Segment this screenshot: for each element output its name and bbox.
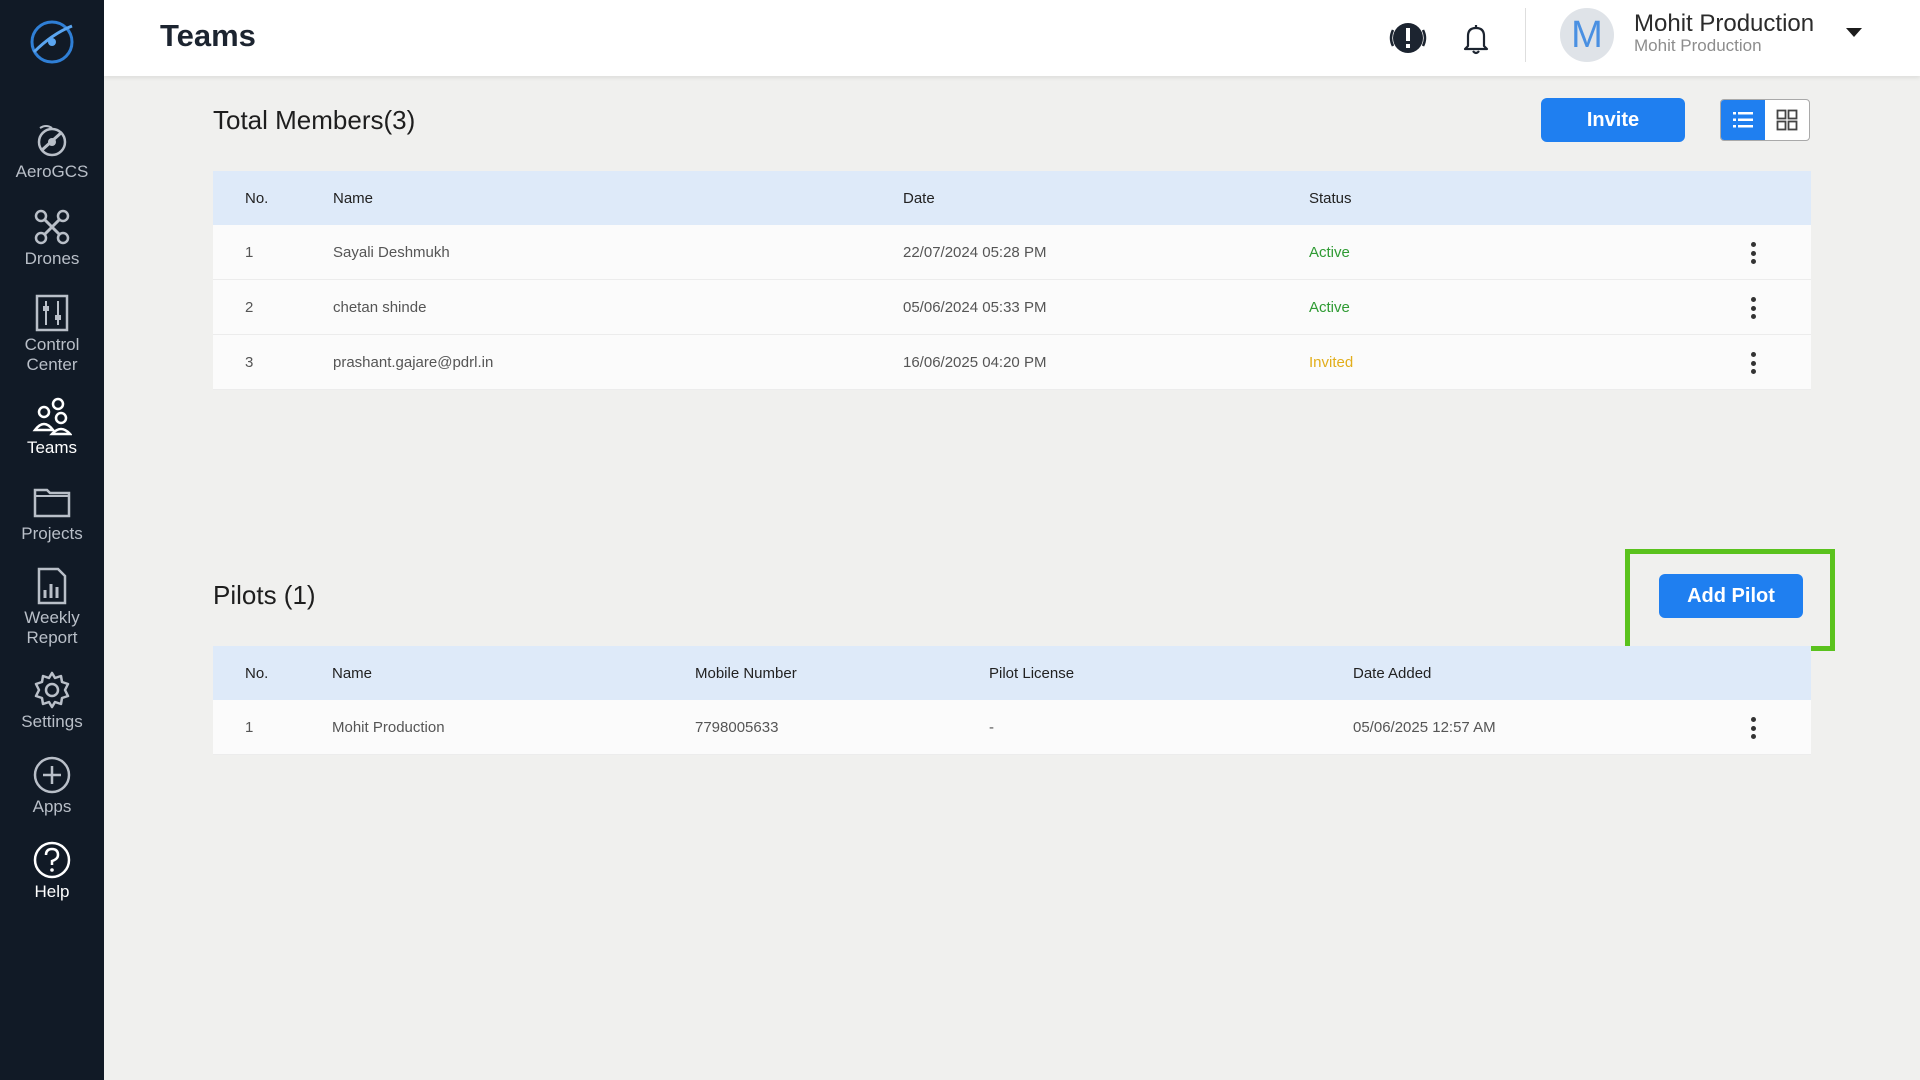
sidebar-item-label: Settings [21,712,83,731]
sidebar-item-apps[interactable]: Apps [0,755,104,817]
row-number: 1 [245,243,254,261]
list-view-button[interactable] [1721,100,1765,140]
sidebar-item-weekly-report[interactable]: Weekly Report [0,566,104,648]
pilots-table: No. Name Mobile Number Pilot License Dat… [213,646,1811,755]
table-row[interactable]: 1 Mohit Production 7798005633 - 05/06/20… [213,700,1811,755]
member-name: chetan shinde [333,298,427,316]
report-icon [37,567,67,605]
row-number: 1 [245,718,254,736]
pilots-table-header: No. Name Mobile Number Pilot License Dat… [213,646,1811,700]
member-date: 22/07/2024 05:28 PM [903,243,1047,261]
member-name: prashant.gajare@pdrl.in [333,353,494,371]
gear-icon [34,671,70,709]
more-options-icon[interactable] [1743,349,1763,377]
sidebar: AeroGCS Drones Control Center Teams Proj… [0,0,104,1080]
sidebar-item-label: AeroGCS [15,162,89,181]
sidebar-item-label: Teams [26,438,78,457]
sidebar-item-label: Apps [32,797,72,816]
folder-icon [33,488,71,518]
avatar[interactable]: M [1560,8,1614,62]
column-header: Date Added [1353,664,1432,682]
status-badge: Active [1309,243,1350,261]
member-date: 16/06/2025 04:20 PM [903,353,1047,371]
page-title: Teams [160,18,256,53]
user-organization: Mohit Production [1634,36,1762,55]
pilot-license: - [989,718,994,736]
table-row[interactable]: 2 chetan shinde 05/06/2024 05:33 PM Acti… [213,280,1811,335]
sidebar-item-label: Control Center [24,335,80,374]
column-header: No. [245,189,269,207]
members-table: No. Name Date Status 1 Sayali Deshmukh 2… [213,171,1811,390]
sidebar-item-teams[interactable]: Teams [0,396,104,458]
app-logo-icon[interactable] [24,14,80,70]
user-name[interactable]: Mohit Production [1634,10,1814,38]
chevron-down-icon[interactable] [1846,28,1862,37]
pilot-name: Mohit Production [332,718,445,736]
column-header: Name [333,189,374,207]
status-badge: Active [1309,298,1350,316]
table-row[interactable]: 3 prashant.gajare@pdrl.in 16/06/2025 04:… [213,335,1811,390]
members-table-header: No. Name Date Status [213,171,1811,225]
members-section-title: Total Members(3) [213,105,416,135]
pilot-date-added: 05/06/2025 12:57 AM [1353,718,1496,736]
column-header: Pilot License [989,664,1075,682]
plus-circle-icon [33,756,71,794]
column-header: Name [332,664,373,682]
table-row[interactable]: 1 Sayali Deshmukh 22/07/2024 05:28 PM Ac… [213,225,1811,280]
header-divider [1525,8,1526,62]
column-header: No. [245,664,269,682]
grid-view-icon [1776,109,1798,131]
sidebar-item-control-center[interactable]: Control Center [0,293,104,375]
control-center-icon [35,294,69,332]
row-number: 2 [245,298,254,316]
status-badge: Invited [1309,353,1354,371]
notification-bell-icon[interactable] [1456,18,1496,58]
sidebar-item-label: Projects [21,524,83,543]
list-view-icon [1733,112,1753,128]
grid-view-button[interactable] [1765,100,1809,140]
aerogcs-icon [37,125,67,157]
sidebar-item-settings[interactable]: Settings [0,670,104,732]
sidebar-item-label: Drones [24,249,80,268]
drone-icon [34,209,70,245]
view-toggle [1720,99,1810,141]
sidebar-item-label: Weekly Report [24,608,80,647]
top-header: Teams M Mohit Production Mohit Productio… [104,0,1920,76]
pilot-mobile: 7798005633 [695,718,779,736]
more-options-icon[interactable] [1743,714,1763,742]
column-header: Mobile Number [695,664,797,682]
help-icon [33,841,71,879]
more-options-icon[interactable] [1743,239,1763,267]
row-number: 3 [245,353,254,371]
add-pilot-button[interactable]: Add Pilot [1659,574,1803,618]
pilots-section-title: Pilots (1) [213,580,316,610]
sidebar-item-drones[interactable]: Drones [0,207,104,269]
column-header: Date [903,189,935,207]
alert-icon[interactable] [1388,18,1428,58]
teams-icon [32,397,72,436]
sidebar-item-aerogcs[interactable]: AeroGCS [0,120,104,182]
invite-button[interactable]: Invite [1541,98,1685,142]
sidebar-item-help[interactable]: Help [0,840,104,902]
sidebar-item-label: Help [34,882,70,901]
member-date: 05/06/2024 05:33 PM [903,298,1047,316]
member-name: Sayali Deshmukh [333,243,450,261]
more-options-icon[interactable] [1743,294,1763,322]
column-header: Status [1309,189,1352,207]
sidebar-item-projects[interactable]: Projects [0,482,104,544]
